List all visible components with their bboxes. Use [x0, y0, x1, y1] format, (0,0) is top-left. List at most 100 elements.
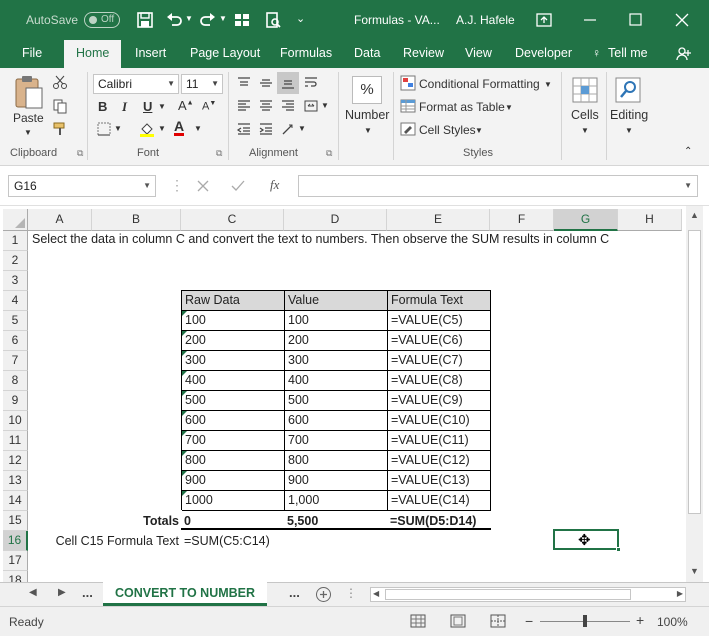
- row-header-11[interactable]: 11: [3, 431, 28, 451]
- raw-data-cell[interactable]: 300: [182, 351, 285, 371]
- italic-button[interactable]: I: [122, 99, 127, 115]
- scroll-left-icon[interactable]: ◀: [373, 589, 379, 598]
- formula-note-value[interactable]: =SUM(C5:C14): [181, 531, 270, 551]
- copy-icon[interactable]: [52, 98, 68, 114]
- more-sheets-left[interactable]: ...: [82, 585, 93, 600]
- column-header-f[interactable]: F: [490, 209, 554, 231]
- column-header-e[interactable]: E: [387, 209, 490, 231]
- tab-file[interactable]: File: [22, 46, 42, 60]
- underline-button[interactable]: U: [143, 99, 152, 114]
- table-header-formula-text[interactable]: Formula Text: [388, 291, 491, 311]
- collapse-ribbon-icon[interactable]: ⌃: [684, 146, 692, 157]
- customize-qat-icon[interactable]: ⌄: [296, 12, 305, 25]
- conditional-formatting-button[interactable]: Conditional Formatting: [419, 77, 540, 91]
- font-color-dropdown-icon[interactable]: ▼: [194, 124, 202, 133]
- align-bottom-icon[interactable]: [280, 75, 296, 91]
- decrease-indent-icon[interactable]: [236, 121, 252, 137]
- conditional-formatting-dropdown-icon[interactable]: ▼: [544, 80, 552, 89]
- borders-icon[interactable]: [96, 121, 112, 137]
- tell-me-search[interactable]: Tell me: [608, 46, 648, 60]
- cells-icon[interactable]: [571, 76, 599, 104]
- table-header-value[interactable]: Value: [285, 291, 388, 311]
- formula-text-cell[interactable]: =VALUE(C6): [388, 331, 491, 351]
- raw-data-cell[interactable]: 600: [182, 411, 285, 431]
- value-cell[interactable]: 500: [285, 391, 388, 411]
- tab-insert[interactable]: Insert: [135, 46, 166, 60]
- formula-text-cell[interactable]: =VALUE(C11): [388, 431, 491, 451]
- align-top-icon[interactable]: [236, 75, 252, 91]
- font-color-icon[interactable]: A: [174, 119, 185, 136]
- row-header-14[interactable]: 14: [3, 491, 28, 511]
- value-cell[interactable]: 900: [285, 471, 388, 491]
- row-header-13[interactable]: 13: [3, 471, 28, 491]
- formula-text-cell[interactable]: =VALUE(C10): [388, 411, 491, 431]
- row-header-15[interactable]: 15: [3, 511, 28, 531]
- paste-icon[interactable]: [12, 74, 46, 112]
- cancel-icon[interactable]: [196, 179, 210, 193]
- alignment-launcher-icon[interactable]: ⧉: [326, 148, 332, 159]
- value-cell[interactable]: 1,000: [285, 491, 388, 511]
- row-header-10[interactable]: 10: [3, 411, 28, 431]
- number-group-button[interactable]: Number: [345, 108, 389, 122]
- column-header-c[interactable]: C: [181, 209, 284, 231]
- formula-text-cell[interactable]: =VALUE(C13): [388, 471, 491, 491]
- editing-button[interactable]: Editing: [610, 108, 648, 122]
- orientation-icon[interactable]: [280, 121, 296, 137]
- raw-data-cell[interactable]: 500: [182, 391, 285, 411]
- column-header-h[interactable]: H: [618, 209, 682, 231]
- formula-text-cell[interactable]: =VALUE(C8): [388, 371, 491, 391]
- row-header-8[interactable]: 8: [3, 371, 28, 391]
- row-header-16[interactable]: 16: [3, 531, 28, 551]
- save-icon[interactable]: [135, 10, 155, 30]
- minimize-icon[interactable]: [580, 10, 600, 30]
- merge-dropdown-icon[interactable]: ▼: [321, 101, 329, 110]
- align-middle-icon[interactable]: [258, 75, 274, 91]
- table-header-raw-data[interactable]: Raw Data: [182, 291, 285, 311]
- value-cell[interactable]: 800: [285, 451, 388, 471]
- more-sheets-right[interactable]: ...: [289, 585, 300, 600]
- enter-check-icon[interactable]: [231, 179, 245, 193]
- column-header-b[interactable]: B: [92, 209, 181, 231]
- align-center-icon[interactable]: [258, 98, 274, 114]
- increase-indent-icon[interactable]: [258, 121, 274, 137]
- clipboard-launcher-icon[interactable]: ⧉: [77, 148, 83, 159]
- row-header-2[interactable]: 2: [3, 251, 28, 271]
- row-header-17[interactable]: 17: [3, 551, 28, 571]
- raw-data-cell[interactable]: 900: [182, 471, 285, 491]
- zoom-in-icon[interactable]: +: [636, 612, 644, 628]
- row-header-7[interactable]: 7: [3, 351, 28, 371]
- chevron-down-icon[interactable]: ▼: [684, 181, 692, 190]
- conditional-formatting-icon[interactable]: [400, 75, 416, 91]
- row-header-18[interactable]: 18: [3, 571, 28, 582]
- formula-note-label[interactable]: Cell C15 Formula Text: [29, 531, 181, 551]
- insert-function-icon[interactable]: fx: [270, 177, 279, 193]
- tab-review[interactable]: Review: [403, 46, 444, 60]
- autosave-toggle[interactable]: Off: [84, 12, 120, 28]
- wrap-text-icon[interactable]: [303, 75, 319, 91]
- format-as-table-button[interactable]: Format as Table: [419, 100, 505, 114]
- column-header-g[interactable]: G: [554, 209, 618, 231]
- tab-data[interactable]: Data: [354, 46, 380, 60]
- ribbon-display-icon[interactable]: [534, 10, 554, 30]
- next-sheet-icon[interactable]: ▶: [58, 587, 66, 598]
- formula-text-cell[interactable]: =VALUE(C12): [388, 451, 491, 471]
- format-painter-icon[interactable]: [52, 121, 68, 137]
- instruction-text[interactable]: Select the data in column C and convert …: [29, 229, 609, 249]
- vertical-scrollbar[interactable]: ▲ ▼: [686, 206, 703, 582]
- paste-dropdown-icon[interactable]: ▼: [24, 128, 32, 137]
- decrease-font-size-icon[interactable]: A▼: [202, 100, 216, 113]
- zoom-out-icon[interactable]: −: [525, 613, 533, 629]
- row-header-12[interactable]: 12: [3, 451, 28, 471]
- cell-styles-icon[interactable]: [400, 121, 416, 137]
- editing-dropdown-icon[interactable]: ▼: [625, 126, 633, 135]
- formula-text-cell[interactable]: =VALUE(C14): [388, 491, 491, 511]
- editing-search-icon[interactable]: [614, 76, 642, 104]
- fill-color-dropdown-icon[interactable]: ▼: [158, 124, 166, 133]
- row-header-1[interactable]: 1: [3, 231, 28, 251]
- row-header-9[interactable]: 9: [3, 391, 28, 411]
- cell-styles-button[interactable]: Cell Styles: [419, 123, 476, 137]
- cells-button[interactable]: Cells: [571, 108, 599, 122]
- prev-sheet-icon[interactable]: ◀: [29, 587, 37, 598]
- bold-button[interactable]: B: [98, 99, 107, 114]
- page-layout-view-icon[interactable]: [450, 614, 466, 628]
